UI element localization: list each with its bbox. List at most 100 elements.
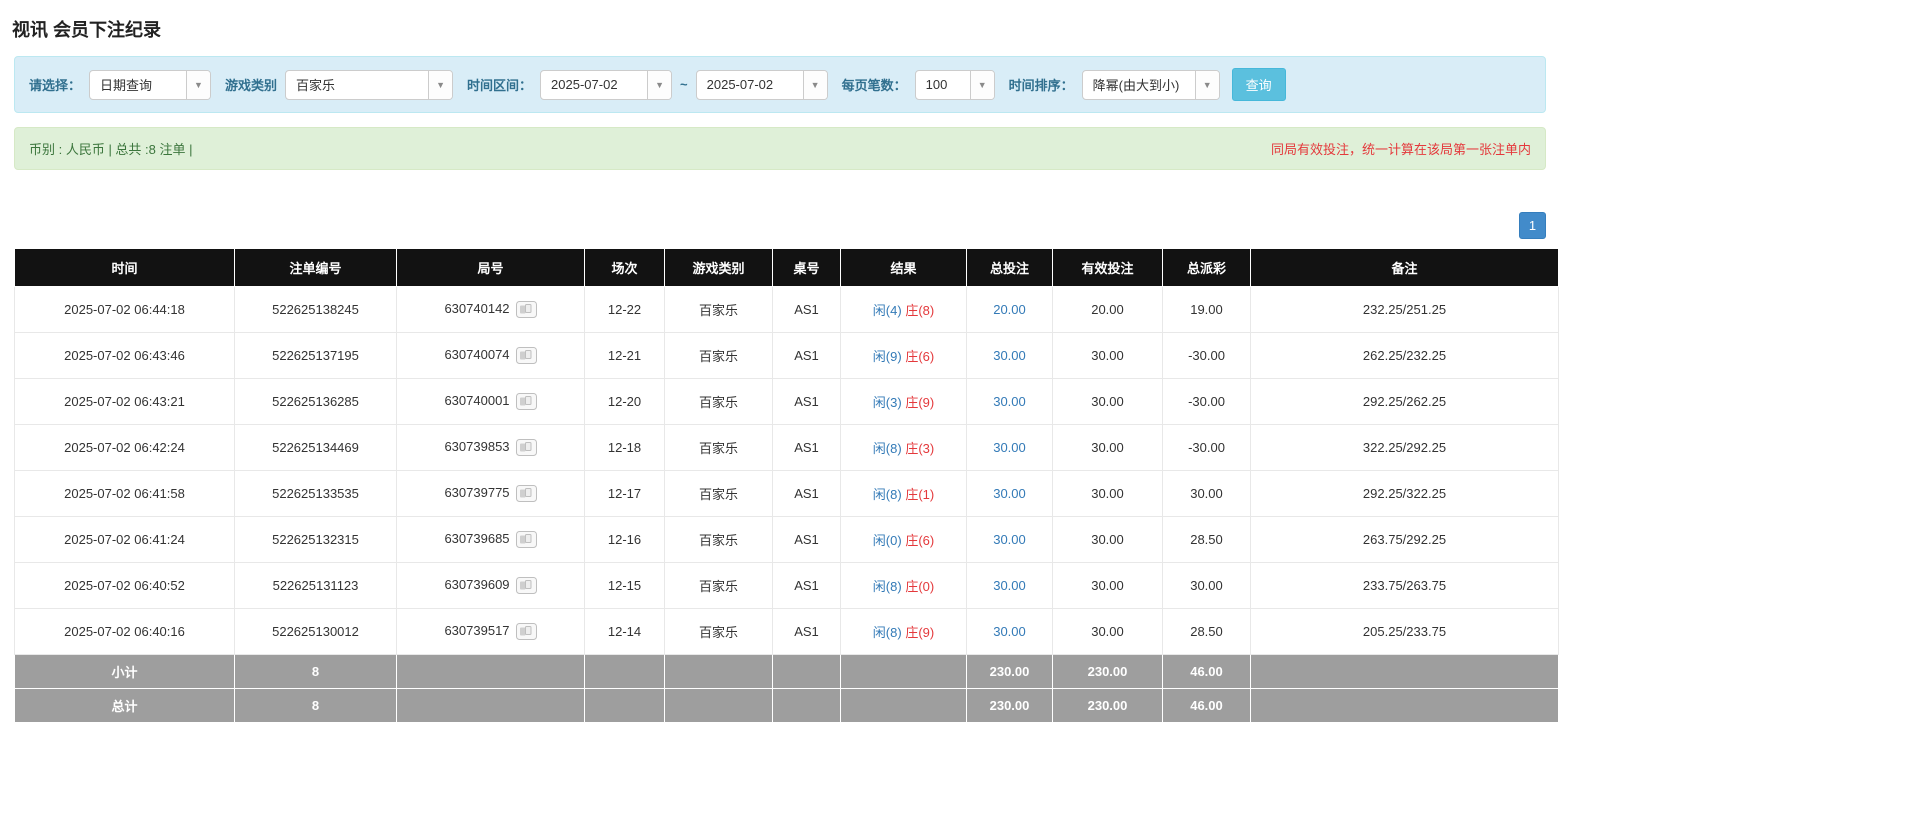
game-type-label: 游戏类别 — [225, 78, 278, 93]
chevron-down-icon[interactable]: ▼ — [186, 70, 211, 99]
query-type-select[interactable]: 日期查询 ▼ — [89, 69, 212, 100]
footer-empty — [772, 654, 841, 689]
chevron-down-icon[interactable]: ▼ — [428, 70, 453, 99]
sort-order-value: 降幂(由大到小) — [1092, 78, 1180, 93]
column-header: 有效投注 — [1052, 248, 1163, 287]
page-size-select[interactable]: 100 ▼ — [914, 69, 995, 100]
footer-count: 8 — [234, 654, 397, 689]
round-replay-icon[interactable] — [515, 623, 537, 641]
cell-table-no: AS1 — [772, 286, 841, 333]
round-replay-icon[interactable] — [515, 393, 537, 411]
result-banker: 庄(9) — [905, 395, 935, 410]
cell-payout: 28.50 — [1162, 608, 1251, 655]
date-from-select[interactable]: 2025-07-02 ▼ — [540, 69, 673, 100]
cell-note: 262.25/232.25 — [1250, 332, 1559, 379]
date-from-value: 2025-07-02 — [551, 77, 618, 92]
table-row: 2025-07-02 06:42:24 522625134469 630739853… — [14, 424, 1559, 471]
chevron-down-icon[interactable]: ▼ — [969, 70, 994, 99]
cell-valid-bet: 30.00 — [1052, 516, 1163, 563]
cell-bet-id: 522625130012 — [234, 608, 397, 655]
column-header: 备注 — [1250, 248, 1559, 287]
total-bet-link[interactable]: 30.00 — [993, 348, 1026, 363]
round-replay-icon[interactable] — [515, 439, 537, 457]
cell-note: 322.25/292.25 — [1250, 424, 1559, 471]
footer-empty — [396, 688, 585, 723]
page-button-1[interactable]: 1 — [1519, 212, 1546, 239]
total-bet-link[interactable]: 30.00 — [993, 486, 1026, 501]
page-title: 视讯 会员下注纪录 — [12, 20, 162, 40]
result-banker: 庄(9) — [905, 625, 935, 640]
total-bet-link[interactable]: 30.00 — [993, 624, 1026, 639]
cell-note: 232.25/251.25 — [1250, 286, 1559, 333]
cell-bet-id: 522625136285 — [234, 378, 397, 425]
cell-game-type: 百家乐 — [664, 286, 773, 333]
chevron-down-icon[interactable]: ▼ — [647, 70, 672, 99]
bet-records-table: 时间 注单编号 局号 场次 游戏类别 桌号 结果 总投注 有效投注 总派彩 备注 2025-07-0… — [14, 248, 1559, 723]
date-to-select[interactable]: 2025-07-02 ▼ — [695, 69, 828, 100]
cell-time: 2025-07-02 06:41:24 — [14, 516, 235, 563]
round-replay-icon[interactable] — [515, 577, 537, 595]
footer-empty — [396, 654, 585, 689]
round-replay-icon[interactable] — [515, 485, 537, 503]
page-size-value: 100 — [925, 77, 948, 92]
round-replay-icon[interactable] — [515, 531, 537, 549]
cell-total-bet: 30.00 — [966, 562, 1053, 609]
cell-result: 闲(8) 庄(9) — [840, 608, 967, 655]
cell-result: 闲(8) 庄(0) — [840, 562, 967, 609]
cell-table-no: AS1 — [772, 332, 841, 379]
cell-note: 292.25/322.25 — [1250, 470, 1559, 517]
footer-valid-bet: 230.00 — [1052, 654, 1163, 689]
cell-game-type: 百家乐 — [664, 516, 773, 563]
cell-total-bet: 30.00 — [966, 608, 1053, 655]
footer-payout: 46.00 — [1162, 654, 1251, 689]
chevron-down-icon[interactable]: ▼ — [1194, 70, 1219, 99]
cell-valid-bet: 20.00 — [1052, 286, 1163, 333]
cell-result: 闲(3) 庄(9) — [840, 378, 967, 425]
total-bet-link[interactable]: 30.00 — [993, 532, 1026, 547]
cell-bet-id: 522625132315 — [234, 516, 397, 563]
footer-payout: 46.00 — [1162, 688, 1251, 723]
table-row: 2025-07-02 06:41:58 522625133535 630739775… — [14, 470, 1559, 517]
chevron-down-icon[interactable]: ▼ — [802, 70, 827, 99]
footer-empty — [584, 654, 665, 689]
cell-session: 12-16 — [584, 516, 665, 563]
cell-round: 630739775 — [396, 470, 585, 517]
footer-valid-bet: 230.00 — [1052, 688, 1163, 723]
pagination: 1 — [14, 212, 1546, 239]
total-bet-link[interactable]: 30.00 — [993, 578, 1026, 593]
cell-time: 2025-07-02 06:40:16 — [14, 608, 235, 655]
round-number: 630739685 — [444, 530, 510, 546]
cell-table-no: AS1 — [772, 470, 841, 517]
round-replay-icon[interactable] — [515, 347, 537, 365]
result-banker: 庄(8) — [905, 303, 935, 318]
round-number: 630739609 — [444, 576, 510, 592]
game-type-select[interactable]: 百家乐 ▼ — [285, 69, 454, 100]
cell-session: 12-17 — [584, 470, 665, 517]
round-replay-icon[interactable] — [515, 301, 537, 319]
cell-session: 12-20 — [584, 378, 665, 425]
date-range-label: 时间区间： — [467, 78, 533, 93]
cell-payout: -30.00 — [1162, 332, 1251, 379]
round-number: 630739775 — [444, 484, 510, 500]
table-row: 2025-07-02 06:41:24 522625132315 630739685… — [14, 516, 1559, 563]
column-header: 结果 — [840, 248, 967, 287]
search-button[interactable]: 查询 — [1231, 68, 1286, 101]
cell-bet-id: 522625138245 — [234, 286, 397, 333]
cell-time: 2025-07-02 06:44:18 — [14, 286, 235, 333]
cell-note: 263.75/292.25 — [1250, 516, 1559, 563]
cell-result: 闲(8) 庄(1) — [840, 470, 967, 517]
result-player: 闲(8) — [872, 625, 902, 640]
footer-empty — [772, 688, 841, 723]
sort-order-select[interactable]: 降幂(由大到小) ▼ — [1081, 69, 1220, 100]
result-player: 闲(3) — [872, 395, 902, 410]
cell-payout: 30.00 — [1162, 470, 1251, 517]
cell-result: 闲(9) 庄(6) — [840, 332, 967, 379]
total-bet-link[interactable]: 30.00 — [993, 440, 1026, 455]
total-bet-link[interactable]: 30.00 — [993, 394, 1026, 409]
total-bet-link[interactable]: 20.00 — [993, 302, 1026, 317]
footer-label: 总计 — [14, 688, 235, 723]
result-player: 闲(4) — [872, 303, 902, 318]
cell-game-type: 百家乐 — [664, 424, 773, 471]
column-header: 时间 — [14, 248, 235, 287]
round-number: 630739853 — [444, 438, 510, 454]
